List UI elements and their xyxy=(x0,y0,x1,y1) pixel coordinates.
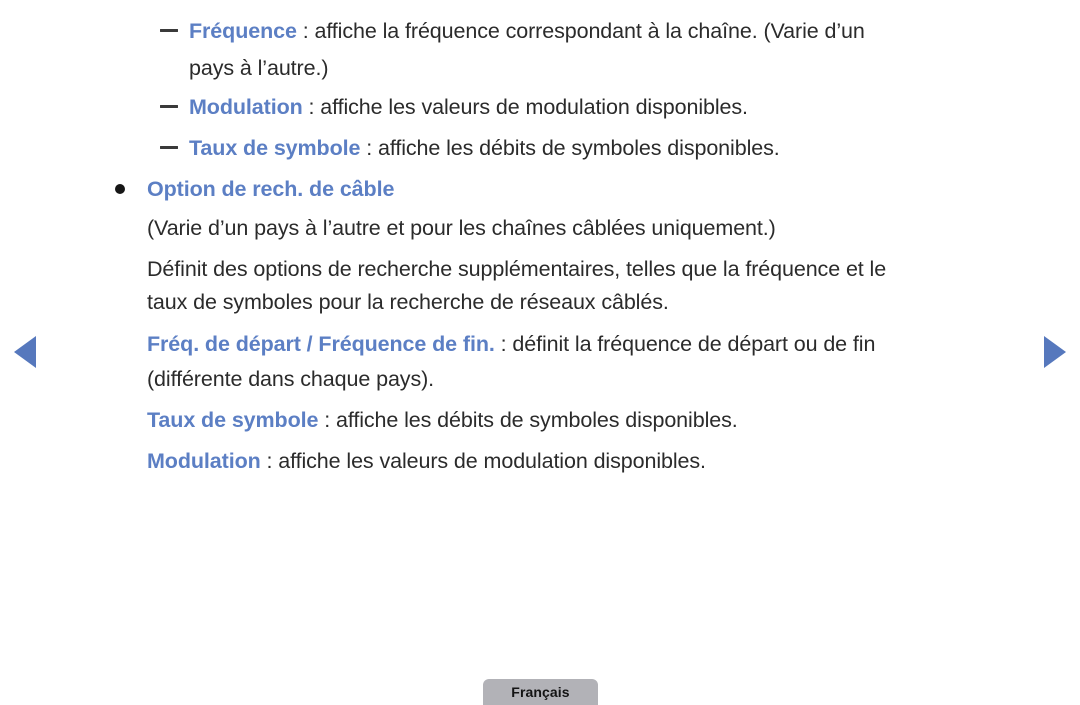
detail-item-modulation-text: affiche les valeurs de modulation dispon… xyxy=(278,449,706,473)
detail-item-modulation-term: Modulation xyxy=(147,449,261,473)
sub-item-modulation: Modulation : affiche les valeurs de modu… xyxy=(189,95,748,119)
paragraph-line-1: (Varie d’un pays à l’autre et pour les c… xyxy=(147,216,776,240)
detail-item-modulation-separator: : xyxy=(260,449,279,473)
detail-item-modulation: Modulation : affiche les valeurs de modu… xyxy=(147,449,706,473)
sub-item-taux-de-symbole-text: affiche les débits de symboles disponibl… xyxy=(377,136,780,160)
dash-bullet-marker xyxy=(160,146,178,149)
detail-item-freq-depart-fin-separator: : xyxy=(494,332,513,356)
language-tab-label: Français xyxy=(511,684,570,700)
dash-bullet-marker xyxy=(160,105,178,108)
sub-item-modulation-term: Modulation xyxy=(189,95,303,119)
dash-bullet-marker xyxy=(160,29,178,32)
detail-item-taux-de-symbole-separator: : xyxy=(318,408,336,432)
detail-item-taux-de-symbole-text: affiche les débits de symboles disponibl… xyxy=(335,408,738,432)
sub-item-frequence-separator: : xyxy=(296,19,315,43)
detail-item-taux-de-symbole: Taux de symbole : affiche les débits de … xyxy=(147,408,738,432)
sub-item-taux-de-symbole: Taux de symbole : affiche les débits de … xyxy=(189,136,780,160)
sub-item-taux-de-symbole-separator: : xyxy=(360,136,378,160)
detail-item-freq-depart-fin: Fréq. de départ / Fréquence de fin. : dé… xyxy=(147,332,875,356)
round-bullet-marker xyxy=(115,184,125,194)
bullet-heading-option-de-rech-de-cable: Option de rech. de câble xyxy=(147,177,395,201)
emanual-page: Fréquence : affiche la fréquence corresp… xyxy=(0,0,1080,705)
sub-item-modulation-separator: : xyxy=(302,95,321,119)
detail-item-freq-depart-fin-text: définit la fréquence de départ ou de fin xyxy=(512,332,876,356)
sub-item-frequence-term: Fréquence xyxy=(189,19,297,43)
triangle-left-icon[interactable] xyxy=(14,336,36,368)
sub-item-modulation-text: affiche les valeurs de modulation dispon… xyxy=(320,95,748,119)
paragraph-line-3: taux de symboles pour la recherche de ré… xyxy=(147,290,669,314)
paragraph-line-2: Définit des options de recherche supplém… xyxy=(147,257,887,281)
detail-item-freq-depart-fin-continuation: (différente dans chaque pays). xyxy=(147,367,435,391)
sub-item-frequence-continuation: pays à l’autre.) xyxy=(189,56,329,80)
language-tab-button[interactable]: Français xyxy=(483,679,598,705)
triangle-right-icon[interactable] xyxy=(1044,336,1066,368)
sub-item-taux-de-symbole-term: Taux de symbole xyxy=(189,136,361,160)
sub-item-frequence-text: affiche la fréquence correspondant à la … xyxy=(314,19,865,43)
detail-item-taux-de-symbole-term: Taux de symbole xyxy=(147,408,319,432)
sub-item-frequence: Fréquence : affiche la fréquence corresp… xyxy=(189,19,865,43)
detail-item-freq-depart-fin-term: Fréq. de départ / Fréquence de fin. xyxy=(147,332,495,356)
